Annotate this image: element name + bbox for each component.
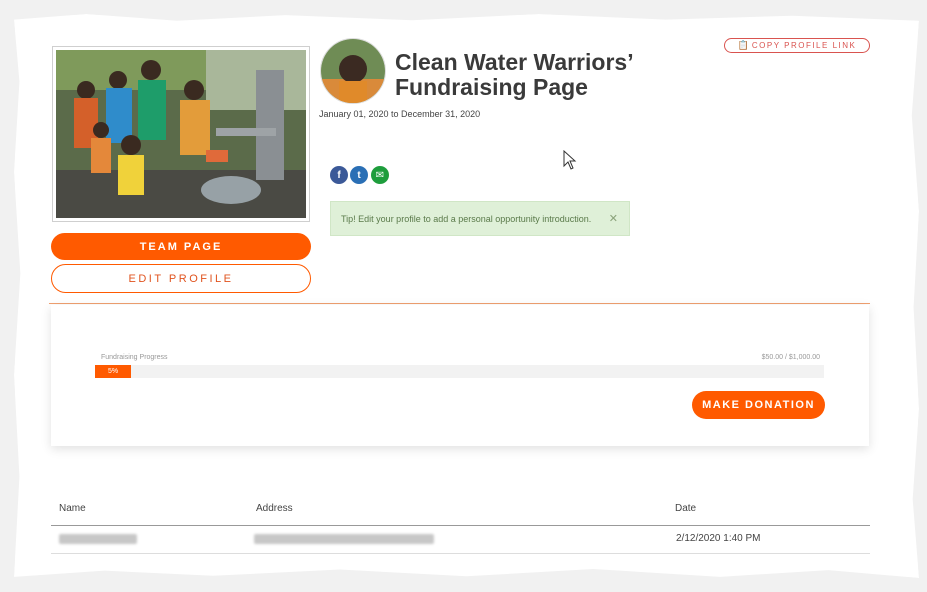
edit-profile-button[interactable]: EDIT PROFILE <box>51 264 311 293</box>
copy-profile-link-label: COPY PROFILE LINK <box>751 41 857 50</box>
email-icon[interactable]: ✉ <box>371 166 389 184</box>
column-header-name: Name <box>59 503 86 514</box>
copy-profile-link-button[interactable]: 📋 COPY PROFILE LINK <box>724 38 870 53</box>
close-icon[interactable]: ✕ <box>609 212 618 225</box>
avatar-child-image <box>321 39 385 103</box>
progress-percent: 5% <box>107 368 119 375</box>
facebook-icon[interactable]: f <box>330 166 348 184</box>
redacted-address <box>254 534 434 544</box>
avatar <box>320 38 386 104</box>
redacted-name <box>59 534 137 544</box>
mouse-cursor-icon <box>563 150 577 170</box>
table-row-divider <box>51 553 870 554</box>
cell-date: 2/12/2020 1:40 PM <box>676 533 761 544</box>
team-page-button[interactable]: TEAM PAGE <box>51 233 311 260</box>
tip-alert: Tip! Edit your profile to add a personal… <box>330 201 630 236</box>
page-title: Clean Water Warriors’ Fundraising Page <box>395 49 633 100</box>
section-divider <box>49 303 870 304</box>
twitter-icon[interactable]: t <box>350 166 368 184</box>
clipboard-icon: 📋 <box>737 40 749 50</box>
children-at-water-pump-image <box>56 50 306 218</box>
date-range: January 01, 2020 to December 31, 2020 <box>319 109 481 119</box>
profile-photo <box>52 46 310 222</box>
progress-amount: $50.00 / $1,000.00 <box>761 354 820 361</box>
progress-bar: 5% <box>95 365 824 378</box>
progress-label: Fundraising Progress <box>101 354 168 361</box>
make-donation-button[interactable]: MAKE DONATION <box>692 391 825 419</box>
tip-text: Tip! Edit your profile to add a personal… <box>341 213 592 224</box>
table-header-divider <box>51 525 870 526</box>
column-header-date: Date <box>675 503 697 514</box>
column-header-address: Address <box>256 503 293 514</box>
